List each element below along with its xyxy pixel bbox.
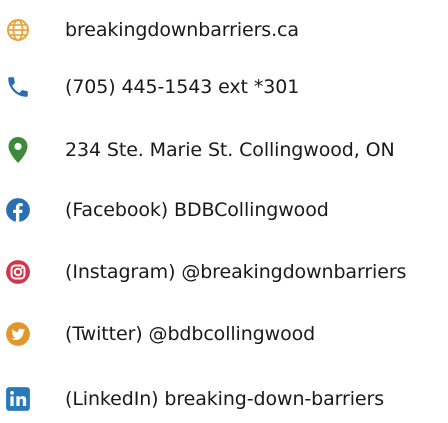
contact-row-twitter[interactable]: (Twitter) @bdbcollingwood <box>0 312 448 356</box>
instagram-handle[interactable]: (Instagram) @breakingdownbarriers <box>65 260 406 284</box>
twitter-icon <box>4 320 32 348</box>
globe-icon <box>4 16 32 44</box>
website-link[interactable]: breakingdownbarriers.ca <box>65 18 299 42</box>
street-address[interactable]: 234 Ste. Marie St. Collingwood, ON <box>65 138 395 162</box>
twitter-handle[interactable]: (Twitter) @bdbcollingwood <box>65 322 315 346</box>
location-pin-icon <box>4 136 32 164</box>
contact-row-phone[interactable]: (705) 445-1543 ext *301 <box>0 65 448 109</box>
contact-row-address[interactable]: 234 Ste. Marie St. Collingwood, ON <box>0 128 448 172</box>
linkedin-icon <box>4 385 32 413</box>
contact-row-instagram[interactable]: (Instagram) @breakingdownbarriers <box>0 250 448 294</box>
contact-card: breakingdownbarriers.ca (705) 445-1543 e… <box>0 0 448 423</box>
facebook-handle[interactable]: (Facebook) BDBCollingwood <box>65 198 329 222</box>
contact-row-website[interactable]: breakingdownbarriers.ca <box>0 8 448 52</box>
contact-row-linkedin[interactable]: (LinkedIn) breaking-down-barriers <box>0 377 448 421</box>
contact-row-facebook[interactable]: (Facebook) BDBCollingwood <box>0 188 448 232</box>
facebook-icon <box>4 196 32 224</box>
linkedin-handle[interactable]: (LinkedIn) breaking-down-barriers <box>65 387 384 411</box>
phone-icon <box>4 73 32 101</box>
phone-number[interactable]: (705) 445-1543 ext *301 <box>65 75 299 99</box>
instagram-icon <box>4 258 32 286</box>
